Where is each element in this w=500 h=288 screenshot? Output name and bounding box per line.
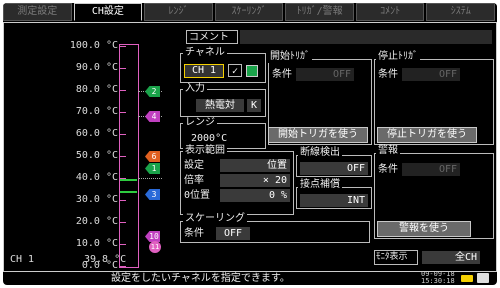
stop-trigger-condition: OFF	[402, 68, 460, 81]
status-message: 設定をしたいチャネルを指定できます。	[111, 273, 290, 284]
start-trigger-condition-label: 条件	[272, 69, 292, 80]
magnification-label: 倍率	[184, 175, 204, 186]
current-channel-value: 39.8 °C	[84, 254, 127, 265]
stop-trigger-title: 停止ﾄﾘｶﾞ	[376, 51, 420, 63]
channel-1-marker[interactable]: 1	[145, 163, 160, 174]
comment-label: コメント	[186, 30, 238, 44]
channel-enable-checkbox[interactable]: ✓	[228, 64, 242, 77]
burnout-title: 断線検出	[298, 147, 342, 159]
scale-label: 80.0 °C	[75, 84, 118, 95]
use-alarm-button[interactable]: 警報を使う	[377, 221, 471, 237]
stop-trigger-condition-label: 条件	[378, 69, 398, 80]
tab-trigger-alarm[interactable]: ﾄﾘｶﾞ/警報	[285, 3, 354, 21]
channel-3-marker[interactable]: 3	[145, 189, 160, 200]
channel-color-swatch[interactable]	[246, 65, 258, 77]
tab-comment[interactable]: ｺﾒﾝﾄ	[355, 3, 425, 21]
status-time: 15:30:18	[421, 277, 455, 285]
alarm-condition: OFF	[402, 163, 460, 176]
input-subtype-select[interactable]: K	[247, 99, 261, 112]
range-value[interactable]: 2000°C	[191, 132, 227, 145]
tab-measurement-settings[interactable]: 測定設定	[3, 3, 72, 21]
current-channel-label: CH 1	[10, 254, 35, 265]
memory-card-icon	[477, 273, 489, 283]
scale-label: 90.0 °C	[75, 62, 118, 73]
channel-settings-panel: 100.0 °C 90.0 °C 80.0 °C 70.0 °C 60.0 °C…	[3, 22, 497, 272]
burnout-select[interactable]: OFF	[300, 162, 368, 175]
input-title: 入力	[183, 83, 207, 95]
start-trigger-condition: OFF	[296, 68, 354, 81]
monitor-display-select[interactable]: 全CH	[422, 251, 480, 264]
scale-label: 50.0 °C	[75, 150, 118, 161]
comment-field[interactable]	[240, 30, 492, 44]
range-title: レンジ	[183, 117, 217, 129]
channel-10-marker[interactable]: 10	[145, 231, 160, 242]
tab-bar: 測定設定 CH設定 ﾚﾝｼﾞ ｽｹｰﾘﾝｸﾞ ﾄﾘｶﾞ/警報 ｺﾒﾝﾄ ｼｽﾃﾑ	[3, 3, 497, 22]
input-type-select[interactable]: 熱電対	[196, 99, 244, 112]
display-setting-label: 設定	[184, 160, 204, 171]
rjc-select[interactable]: INT	[300, 194, 368, 207]
tab-range[interactable]: ﾚﾝｼﾞ	[144, 3, 213, 21]
alarm-title: 警報	[376, 145, 400, 157]
tab-system[interactable]: ｼｽﾃﾑ	[426, 3, 496, 21]
zero-position-input[interactable]: 0 %	[220, 189, 290, 202]
scale-label: 60.0 °C	[75, 128, 118, 139]
scale-label: 20.0 °C	[75, 216, 118, 227]
scale-label: 10.0 °C	[75, 238, 118, 249]
channel-6-marker[interactable]: 6	[145, 151, 160, 162]
rjc-title: 接点補償	[298, 179, 342, 191]
scale-label: 30.0 °C	[75, 194, 118, 205]
display-range-title: 表示範囲	[183, 145, 227, 157]
scale-label: 70.0 °C	[75, 106, 118, 117]
channel-title: チャネル	[183, 47, 227, 59]
status-bar: 設定をしたいチャネルを指定できます。 09-09-18 15:30:18	[3, 270, 497, 285]
scaling-title: スケーリング	[183, 213, 247, 225]
tab-channel-settings[interactable]: CH設定	[73, 3, 143, 21]
scale-label: 100.0 °C	[69, 40, 118, 51]
device-screen: 測定設定 CH設定 ﾚﾝｼﾞ ｽｹｰﾘﾝｸﾞ ﾄﾘｶﾞ/警報 ｺﾒﾝﾄ ｼｽﾃﾑ…	[3, 3, 497, 285]
tab-scaling[interactable]: ｽｹｰﾘﾝｸﾞ	[214, 3, 284, 21]
channel-4-marker[interactable]: 4	[145, 111, 160, 122]
channel-2-marker[interactable]: 2	[145, 86, 160, 97]
use-start-trigger-button[interactable]: 開始トリガを使う	[268, 127, 368, 143]
scaling-condition-label: 条件	[184, 228, 204, 239]
zero-position-label: 0位置	[184, 190, 211, 201]
alarm-condition-label: 条件	[378, 164, 398, 175]
magnification-select[interactable]: × 20	[220, 174, 290, 187]
use-stop-trigger-button[interactable]: 停止トリガを使う	[377, 127, 477, 143]
scaling-condition-select[interactable]: OFF	[216, 227, 250, 240]
power-plug-icon	[461, 275, 473, 282]
channel-select[interactable]: CH 1	[184, 64, 224, 78]
scale-label: 40.0 °C	[75, 172, 118, 183]
channel-11-marker[interactable]: 11	[149, 241, 161, 253]
monitor-display-label: ﾓﾆﾀ表示	[374, 250, 418, 265]
channel-level-bar[interactable]	[119, 44, 139, 268]
start-trigger-title: 開始ﾄﾘｶﾞ	[268, 51, 312, 63]
display-setting-select[interactable]: 位置	[220, 159, 290, 172]
